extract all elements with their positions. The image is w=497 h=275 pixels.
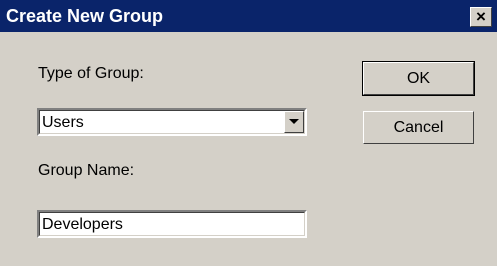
close-button[interactable]: × [470, 7, 492, 27]
group-name-label: Group Name: [38, 162, 135, 179]
chevron-down-icon [289, 119, 299, 124]
cancel-button[interactable]: Cancel [363, 111, 474, 144]
ok-button[interactable]: OK [362, 61, 475, 96]
close-icon: × [476, 7, 486, 26]
group-type-dropdown[interactable]: Users [37, 108, 307, 136]
group-name-input[interactable]: Developers [37, 210, 307, 238]
type-of-group-label: Type of Group: [38, 65, 144, 82]
cancel-button-label: Cancel [393, 119, 444, 136]
create-group-dialog: Create New Group × Type of Group: Users … [0, 0, 497, 266]
dropdown-arrow-button[interactable] [284, 111, 304, 133]
ok-button-label: OK [406, 70, 431, 87]
title-bar[interactable]: Create New Group × [0, 0, 497, 32]
group-name-value: Developers [42, 216, 123, 233]
group-type-value: Users [42, 114, 84, 131]
dialog-title: Create New Group [6, 6, 164, 26]
